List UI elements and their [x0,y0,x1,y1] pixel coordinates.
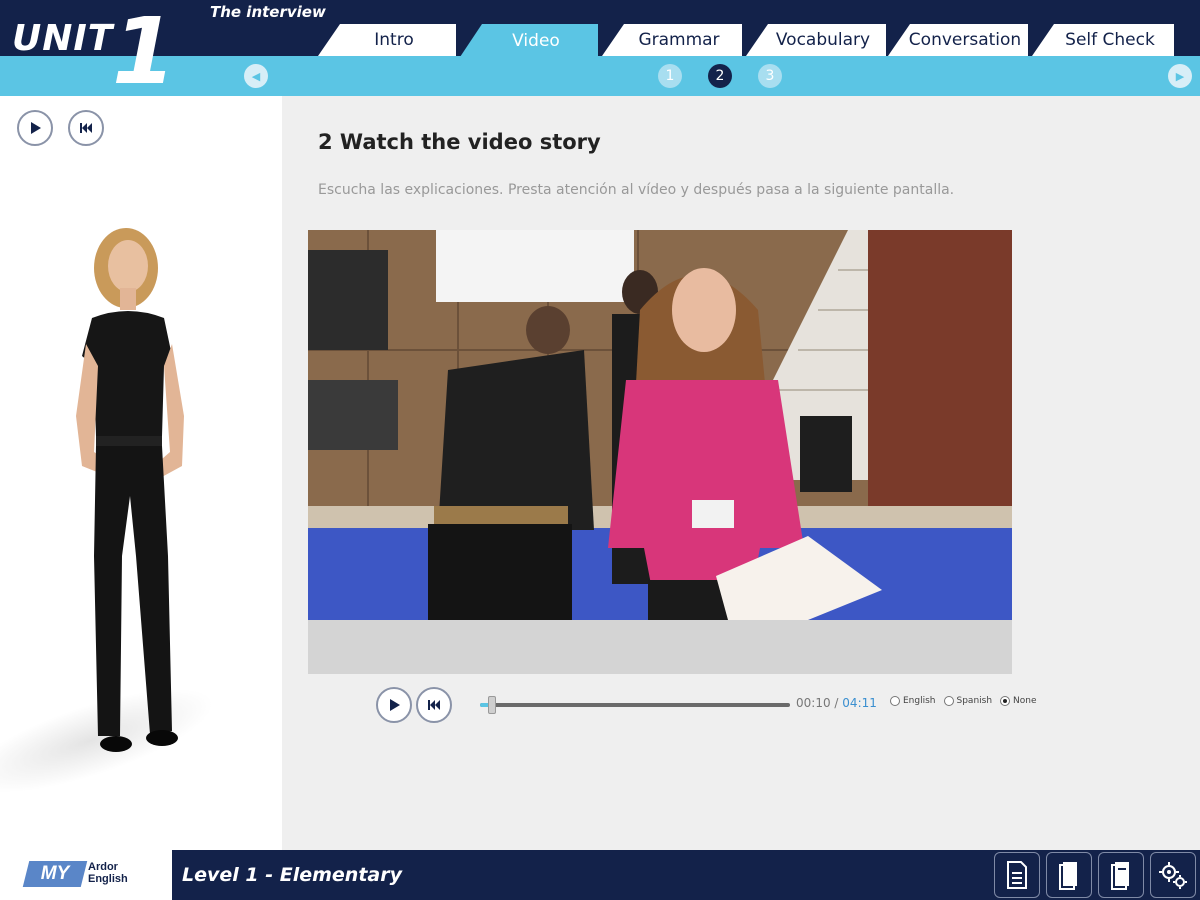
player-controls: 00:10 / 04:11 English Spanish None [374,686,1074,726]
arrow-right-icon: ▶ [1175,69,1185,83]
subtitle-option-label: Spanish [956,696,993,706]
header-step-bar [0,56,1200,96]
subtitle-option-english[interactable]: English [890,696,936,706]
video-player[interactable] [308,230,1012,674]
video-progress-track[interactable] [480,696,790,714]
play-icon [31,122,41,134]
tab-video[interactable]: Video [460,24,598,57]
subtitle-option-label: English [903,696,936,706]
tab-vocabulary[interactable]: Vocabulary [746,24,886,56]
next-screen-button[interactable]: ▶ [1168,64,1192,88]
previous-screen-button[interactable]: ◀ [244,64,268,88]
current-time: 00:10 [796,696,831,710]
restart-icon [80,123,92,133]
time-separator: / [834,696,839,710]
video-play-button[interactable] [376,687,412,723]
section-title: 2 Watch the video story [318,130,601,154]
step-3-button[interactable]: 3 [758,64,782,88]
step-1-button[interactable]: 1 [658,64,682,88]
presenter-play-button[interactable] [17,110,53,146]
footer-bar: Level 1 - Elementary [172,850,1200,900]
total-time: 04:11 [842,696,877,710]
level-label: Level 1 - Elementary [182,864,402,886]
presenter-figure [76,228,184,752]
unit-subtitle: The interview [210,3,326,21]
footer: MY Ardor English Level 1 - Elementary [0,850,1200,900]
tab-intro[interactable]: Intro [318,24,456,56]
subtitle-options: English Spanish None [890,696,1037,706]
time-readout: 00:10 / 04:11 [796,696,877,710]
document-button[interactable] [994,852,1040,898]
presenter-restart-button[interactable] [68,110,104,146]
arrow-left-icon: ◀ [251,69,261,83]
unit-number: 1 [112,0,177,105]
subtitle-option-spanish[interactable]: Spanish [943,696,993,706]
workbook-icon [1111,862,1129,890]
radio-none[interactable] [1000,696,1011,706]
header: UNIT 1 The interview Intro Video Grammar… [0,0,1200,105]
step-2-button[interactable]: 2 [708,64,732,88]
main-content: 2 Watch the video story Escucha las expl… [282,96,1200,850]
radio-english[interactable] [890,696,900,706]
notebook-button[interactable] [1046,852,1092,898]
unit-label: UNIT [12,18,114,59]
gear-icon [1159,862,1187,889]
brand-name: Ardor English [88,861,128,885]
restart-icon [428,700,440,710]
notebook-icon [1059,862,1077,890]
subtitle-option-none[interactable]: None [1000,696,1037,706]
tab-conversation[interactable]: Conversation [888,24,1028,56]
settings-button[interactable] [1150,852,1196,898]
brand-logo-mark: MY [22,861,88,887]
tab-grammar[interactable]: Grammar [602,24,742,56]
brand-line-1: Ardor [88,861,118,873]
instructions-text: Escucha las explicaciones. Presta atenci… [318,182,955,198]
play-icon [390,699,400,711]
document-icon [1007,861,1027,889]
radio-spanish[interactable] [943,696,954,706]
video-restart-button[interactable] [416,687,452,723]
video-frame-image [308,230,1012,620]
subtitle-option-label: None [1013,696,1037,706]
workbook-button[interactable] [1098,852,1144,898]
brand-logo-letters: MY [40,863,70,884]
presenter-panel [0,96,282,850]
tab-self-check[interactable]: Self Check [1032,24,1174,56]
brand-line-2: English [88,873,128,885]
brand-logo: MY Ardor English [0,850,172,900]
video-progress-handle[interactable] [488,696,497,714]
